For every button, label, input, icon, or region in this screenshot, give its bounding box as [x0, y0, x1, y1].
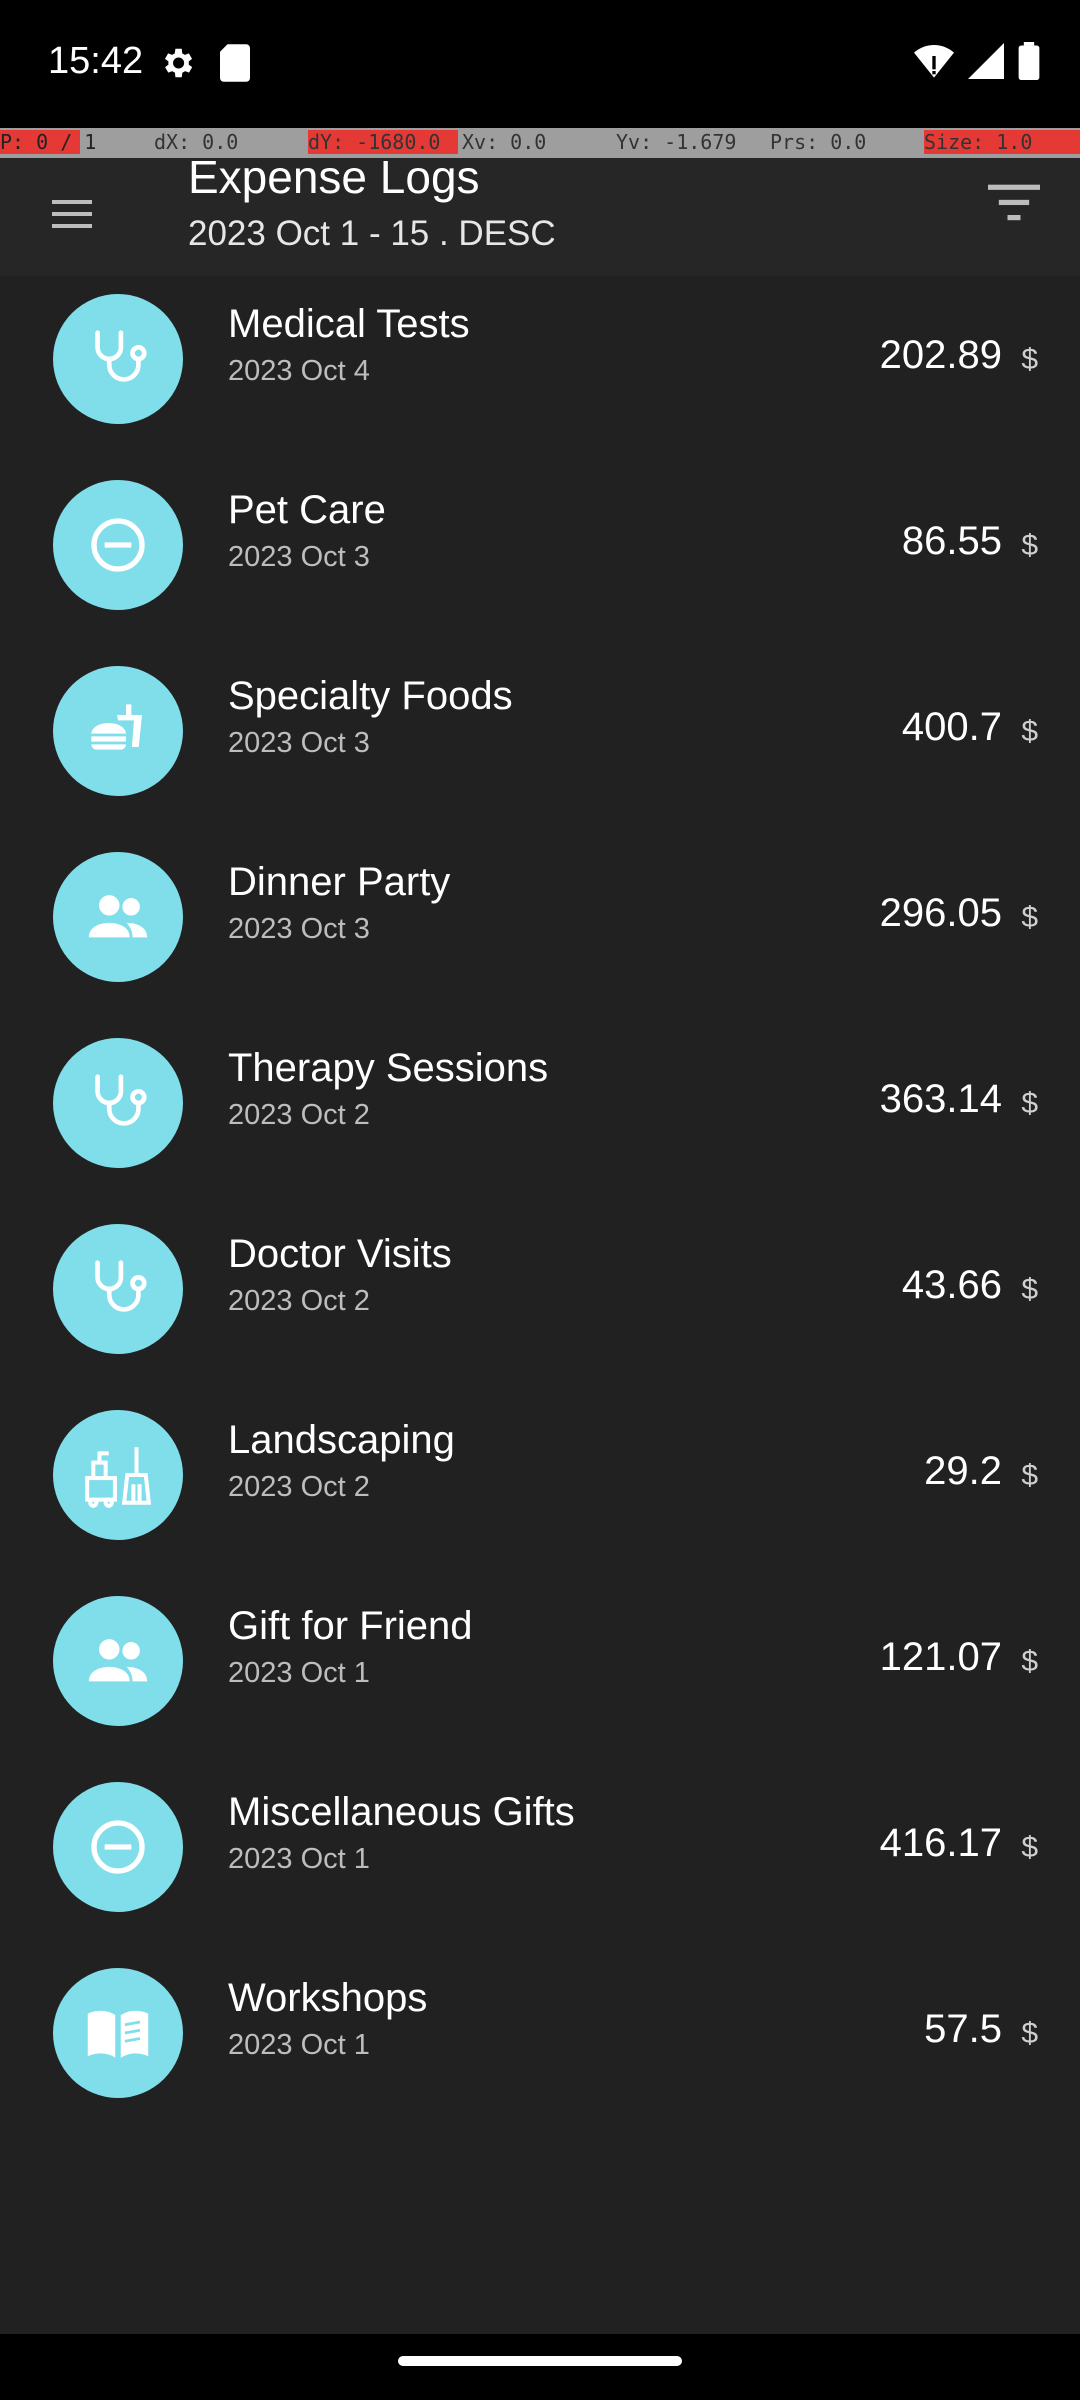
debug-size: Size: 1.0 — [924, 130, 1080, 154]
expense-name: Dinner Party — [228, 860, 451, 904]
list-item[interactable]: Pet Care 2023 Oct 3 86.55 $ — [0, 480, 1080, 666]
stethoscope-icon — [53, 1224, 183, 1354]
expense-date: 2023 Oct 2 — [228, 1471, 370, 1503]
currency-symbol: $ — [1021, 1459, 1038, 1492]
expense-name: Doctor Visits — [228, 1232, 452, 1276]
list-item[interactable]: Dinner Party 2023 Oct 3 296.05 $ — [0, 852, 1080, 1038]
expense-amount: 86.55 — [901, 519, 1002, 563]
people-icon — [53, 852, 183, 982]
status-time: 15:42 — [48, 40, 144, 82]
currency-symbol: $ — [1021, 529, 1038, 562]
date-range-subtitle[interactable]: 2023 Oct 1 - 15 . DESC — [188, 214, 556, 254]
list-item[interactable]: Landscaping 2023 Oct 2 29.2 $ — [0, 1410, 1080, 1596]
settings-icon — [164, 48, 193, 78]
currency-symbol: $ — [1021, 1645, 1038, 1678]
wifi-icon — [914, 45, 954, 78]
list-item[interactable]: Doctor Visits 2023 Oct 2 43.66 $ — [0, 1224, 1080, 1410]
expense-date: 2023 Oct 2 — [228, 1285, 370, 1317]
list-item[interactable]: Specialty Foods 2023 Oct 3 400.7 $ — [0, 666, 1080, 852]
list-item[interactable]: Medical Tests 2023 Oct 4 202.89 $ — [0, 294, 1080, 480]
debug-prs: Prs: 0.0 — [770, 130, 867, 154]
currency-symbol: $ — [1021, 1831, 1038, 1864]
navigation-bar — [0, 2334, 1080, 2400]
expense-amount: 202.89 — [879, 333, 1002, 377]
stethoscope-icon — [53, 1038, 183, 1168]
currency-symbol: $ — [1021, 1087, 1038, 1120]
pointer-debug-bar: P: 0 / 1 dX: 0.0 dY: -1680.0 Xv: 0.0 Yv:… — [0, 128, 1080, 158]
list-item[interactable]: Workshops 2023 Oct 1 57.5 $ — [0, 1968, 1080, 2154]
expense-name: Medical Tests — [228, 302, 470, 346]
currency-symbol: $ — [1021, 715, 1038, 748]
minus-circle-icon — [53, 480, 183, 610]
people-icon — [53, 1596, 183, 1726]
expense-amount: 416.17 — [879, 1821, 1002, 1865]
expense-name: Miscellaneous Gifts — [228, 1790, 575, 1834]
home-gesture-handle[interactable] — [398, 2356, 682, 2366]
debug-pointer: P: 0 / 1 — [0, 130, 97, 154]
stethoscope-icon — [53, 294, 183, 424]
expense-date: 2023 Oct 3 — [228, 727, 370, 759]
expense-name: Landscaping — [228, 1418, 455, 1462]
expense-date: 2023 Oct 1 — [228, 2029, 370, 2061]
expense-amount: 121.07 — [879, 1635, 1002, 1679]
expense-amount: 29.2 — [924, 1449, 1002, 1493]
expense-name: Workshops — [228, 1976, 428, 2020]
expense-date: 2023 Oct 2 — [228, 1099, 370, 1131]
currency-symbol: $ — [1021, 343, 1038, 376]
list-item[interactable]: Miscellaneous Gifts 2023 Oct 1 416.17 $ — [0, 1782, 1080, 1968]
expense-date: 2023 Oct 4 — [228, 355, 370, 387]
cleaning-icon — [53, 1410, 183, 1540]
currency-symbol: $ — [1021, 1273, 1038, 1306]
expense-date: 2023 Oct 1 — [228, 1657, 370, 1689]
expense-date: 2023 Oct 1 — [228, 1843, 370, 1875]
fastfood-icon — [53, 666, 183, 796]
expense-date: 2023 Oct 3 — [228, 913, 370, 945]
expense-amount: 400.7 — [901, 705, 1002, 749]
list-item[interactable]: Therapy Sessions 2023 Oct 2 363.14 $ — [0, 1038, 1080, 1224]
currency-symbol: $ — [1021, 2017, 1038, 2050]
expense-name: Pet Care — [228, 488, 386, 532]
minus-circle-icon — [53, 1782, 183, 1912]
menu-icon[interactable] — [48, 190, 96, 238]
expense-date: 2023 Oct 3 — [228, 541, 370, 573]
sd-card-icon — [220, 44, 250, 82]
signal-icon — [968, 43, 1004, 79]
battery-icon — [1018, 42, 1040, 80]
status-bar: 15:42 — [0, 0, 1080, 128]
expense-amount: 57.5 — [924, 2007, 1002, 2051]
expense-amount: 43.66 — [901, 1263, 1002, 1307]
expense-name: Gift for Friend — [228, 1604, 473, 1648]
page-title: Expense Logs — [188, 151, 480, 203]
expense-amount: 363.14 — [879, 1077, 1002, 1121]
currency-symbol: $ — [1021, 901, 1038, 934]
expense-name: Therapy Sessions — [228, 1046, 549, 1090]
expense-amount: 296.05 — [879, 891, 1002, 935]
list-item[interactable]: Gift for Friend 2023 Oct 1 121.07 $ — [0, 1596, 1080, 1782]
debug-yv: Yv: -1.679 — [616, 130, 737, 154]
book-icon — [53, 1968, 183, 2098]
filter-icon[interactable] — [988, 180, 1040, 224]
expense-name: Specialty Foods — [228, 674, 513, 718]
